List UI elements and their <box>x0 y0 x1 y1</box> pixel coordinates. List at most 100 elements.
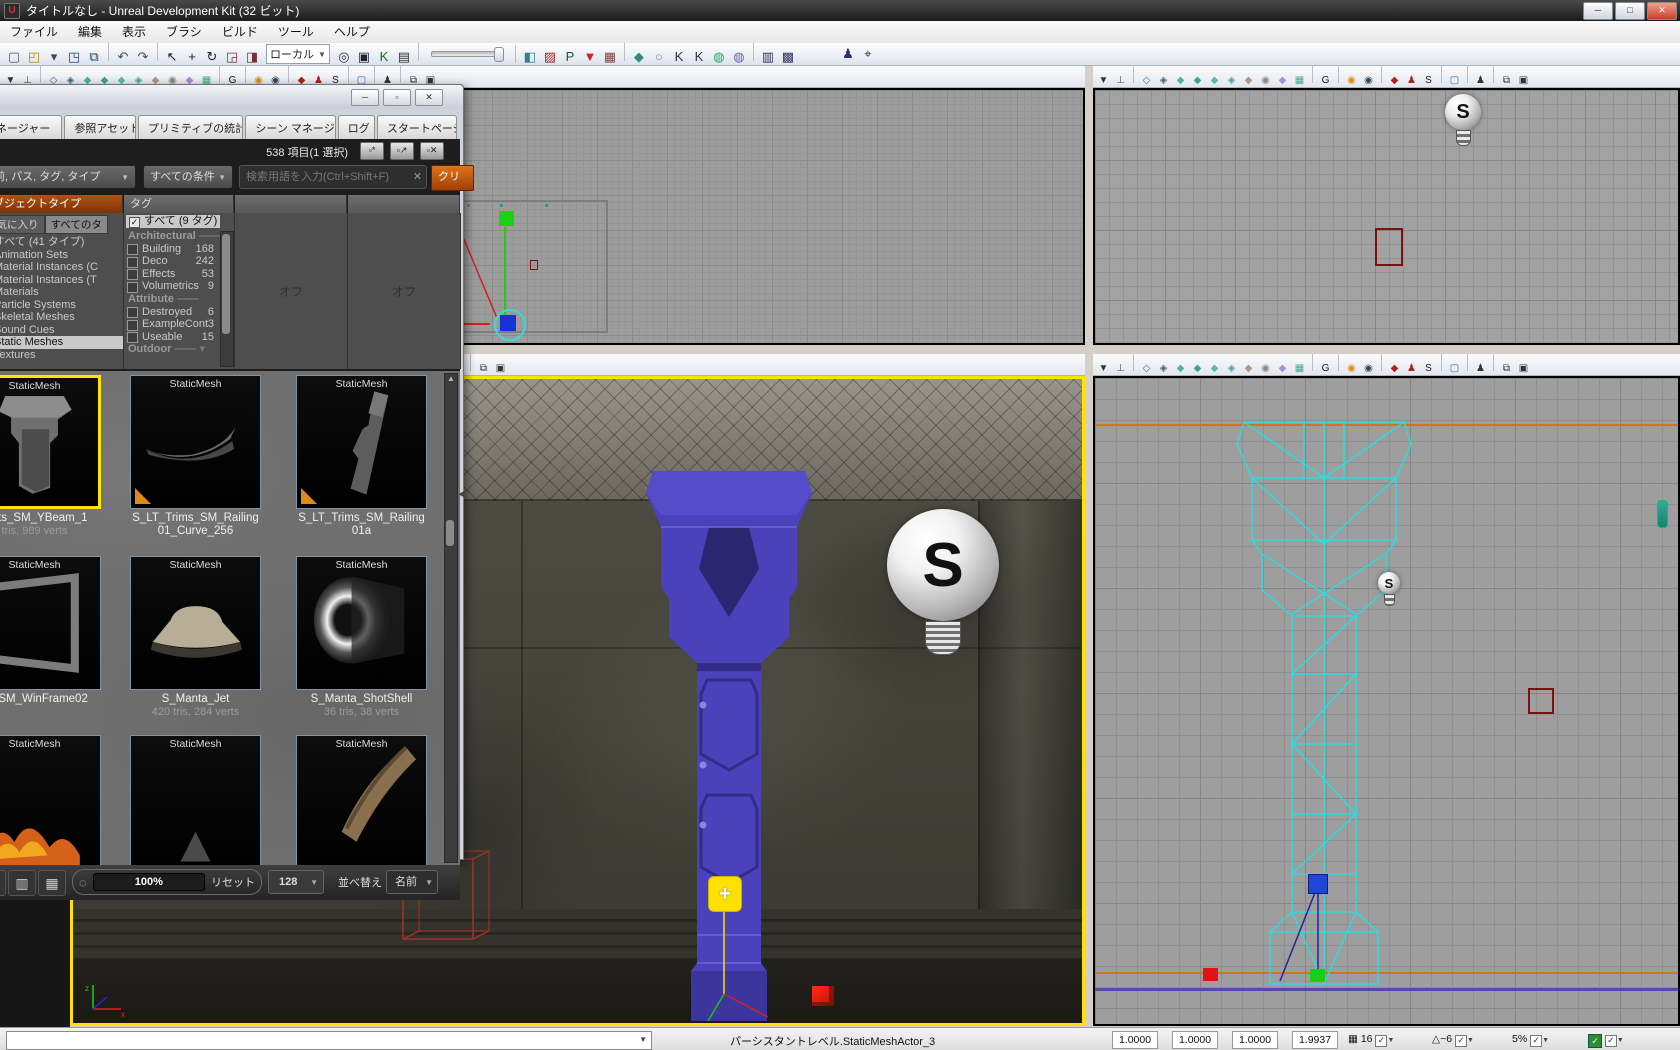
actor-handle-green[interactable] <box>499 211 514 226</box>
matinee-icon[interactable]: ▤ <box>395 48 413 66</box>
scale-nonuniform-icon[interactable]: ◨ <box>243 48 261 66</box>
type-row-all[interactable]: すべて (41 タイプ) <box>0 236 123 249</box>
tab-manager[interactable]: マネージャー <box>0 115 62 139</box>
float-viewport-icon[interactable]: ⧉ <box>1499 361 1514 376</box>
type-row[interactable]: Particle Systems <box>0 299 123 312</box>
asset-grid[interactable]: StaticMesh ports_SM_YBeam_1 tris, 989 ve… <box>0 371 460 865</box>
camera-actor-icon[interactable]: ◆ <box>1387 73 1402 88</box>
find-actor-icon[interactable]: ▣ <box>355 48 373 66</box>
detail-light-mode-icon[interactable]: ◆ <box>1207 73 1222 88</box>
status-combobox[interactable]: ▼ <box>6 1031 652 1050</box>
asset-item[interactable]: StaticMesh <box>296 735 427 865</box>
tag-row[interactable]: Destroyed6 <box>124 306 234 319</box>
camera-actor-icon[interactable]: ◆ <box>1387 361 1402 376</box>
type-row[interactable]: Animation Sets <box>0 249 123 262</box>
float-viewport-icon[interactable]: ⧉ <box>476 361 491 376</box>
condition-dropdown[interactable]: ▼ すべての条件 <box>143 165 233 189</box>
minimize-button[interactable]: ─ <box>1583 2 1613 20</box>
balloon-icon[interactable]: ◍ <box>710 48 728 66</box>
undo-icon[interactable]: ↶ <box>114 48 132 66</box>
asset-item[interactable]: StaticMesh S_LT_Trims_SM_Railing01_Curve… <box>130 375 261 538</box>
list-view-icon[interactable]: ▤ <box>0 870 6 896</box>
checkbox-icon[interactable] <box>127 332 138 343</box>
lightonly-mode-icon[interactable]: ◈ <box>1224 73 1239 88</box>
checkbox-icon[interactable] <box>127 269 138 280</box>
tab-scene-manager[interactable]: シーン マネージャ <box>245 115 335 139</box>
type-row[interactable]: Material Instances (T <box>0 274 123 287</box>
tag-row-all[interactable]: すべて (9 タグ) <box>126 215 220 228</box>
translate-widget[interactable]: + <box>708 876 742 912</box>
handle-blue[interactable] <box>1308 874 1328 894</box>
balloon2-icon[interactable]: ◍ <box>730 48 748 66</box>
search-fields-dropdown[interactable]: ▼ 名前, パス, タグ, タイプ <box>0 165 136 189</box>
drag-grid-x-field[interactable]: 1.0000 <box>1112 1031 1158 1049</box>
handle-green[interactable] <box>1310 969 1325 982</box>
sort-dropdown[interactable]: 名前▼ <box>386 870 438 894</box>
drag-grid-z-field[interactable]: 1.0000 <box>1232 1031 1278 1049</box>
filter-col3-header[interactable] <box>235 195 347 213</box>
tag-row[interactable]: Building168 <box>124 243 234 256</box>
close-button[interactable]: ✕ <box>1647 2 1677 20</box>
float-panel-icon[interactable]: ▫↗ <box>390 142 414 160</box>
asset-item[interactable]: StaticMesh <box>130 735 261 865</box>
all-types-tab[interactable]: すべてのタ <box>45 215 108 234</box>
actor-red-icon[interactable]: ♟ <box>1404 73 1419 88</box>
menu-build[interactable]: ビルド <box>212 21 268 43</box>
shader-complexity-icon[interactable]: ◆ <box>1241 73 1256 88</box>
asset-scrollbar[interactable]: ▲ <box>444 373 458 863</box>
scale-snap-widget[interactable]: 5% ✓▼ <box>1512 1033 1549 1047</box>
drag-grid-y-field[interactable]: 1.0000 <box>1172 1031 1218 1049</box>
grid-snap-checkbox[interactable]: ✓ <box>1375 1035 1387 1047</box>
save-all-icon[interactable]: ⧉ <box>85 48 103 66</box>
asset-thumbnail[interactable]: StaticMesh <box>296 735 427 865</box>
content-browser-titlebar[interactable]: ─ ▫ ✕ <box>0 85 463 109</box>
scale-tool-icon[interactable]: ◲ <box>223 48 241 66</box>
squint-icon[interactable]: S <box>1421 73 1436 88</box>
checkbox-icon[interactable] <box>127 307 138 318</box>
possess-icon[interactable]: ♟ <box>1473 73 1488 88</box>
thumbnail-size-dropdown[interactable]: 128▼ <box>268 870 324 894</box>
asset-thumbnail[interactable]: StaticMesh <box>296 556 427 690</box>
content-browser-window[interactable]: ─ ▫ ✕ マネージャー 参照アセット プリミティブの統計値 シーン マネージャ… <box>0 84 464 860</box>
asset-item-selected[interactable]: StaticMesh ports_SM_YBeam_1 tris, 989 ve… <box>0 375 101 537</box>
thumbnail-view-icon[interactable]: ▦ <box>38 870 66 896</box>
squint-icon[interactable]: S <box>1421 361 1436 376</box>
cb-close-button[interactable]: ✕ <box>415 89 443 106</box>
asset-item[interactable]: StaticMesh lls_SM_WinFrame02 <box>0 556 101 706</box>
texture-density-icon[interactable]: ▦ <box>1292 73 1307 88</box>
tab-referenced-assets[interactable]: 参照アセット <box>64 115 136 139</box>
filter-col4-header[interactable] <box>348 195 460 213</box>
tab-primitive-stats[interactable]: プリミティブの統計値 <box>138 115 244 139</box>
light-bulb-icon-2d[interactable]: S <box>1445 94 1481 146</box>
build-all-icon[interactable]: ▩ <box>779 48 797 66</box>
light-icon[interactable]: ○ <box>650 48 668 66</box>
scale-snap-checkbox[interactable]: ✓ <box>1530 1035 1542 1047</box>
allow-translucent-icon[interactable]: ▢ <box>1447 361 1462 376</box>
content-browser-icon[interactable]: ◧ <box>521 48 539 66</box>
game-view-icon[interactable]: G <box>1318 73 1333 88</box>
favorites-tab[interactable]: お気に入り <box>0 215 45 234</box>
play-in-editor-icon[interactable]: ♟ <box>839 45 857 63</box>
maximize-viewport-icon[interactable]: ▣ <box>493 361 508 376</box>
actor-red-icon[interactable]: ♟ <box>1404 361 1419 376</box>
menu-view[interactable]: 表示 <box>112 21 156 43</box>
scrollbar-thumb[interactable] <box>222 234 230 334</box>
split-view-icon[interactable]: ▥ <box>8 870 36 896</box>
splitter-vertical[interactable] <box>1085 66 1093 1027</box>
rotate-tool-icon[interactable]: ↻ <box>203 48 221 66</box>
asset-thumbnail[interactable]: StaticMesh <box>0 375 101 509</box>
reflection-mode-icon[interactable]: ◆ <box>1275 361 1290 376</box>
rotation-snap-widget[interactable]: △~6 ✓▼ <box>1432 1033 1474 1047</box>
tag-scrollbar[interactable] <box>220 231 234 367</box>
realtime-icon[interactable]: ⊥ <box>1113 361 1128 376</box>
camera-speed-slider[interactable] <box>431 51 503 57</box>
tag-row[interactable]: Effects53 <box>124 268 234 281</box>
lit-mode-icon[interactable]: ◆ <box>1190 73 1205 88</box>
play-mobile-icon[interactable]: ⌖ <box>859 45 877 63</box>
asset-thumbnail[interactable]: StaticMesh <box>0 735 101 865</box>
unlit-mode-icon[interactable]: ◆ <box>1173 361 1188 376</box>
tag-row[interactable]: Volumetrics9 <box>124 280 234 293</box>
rotation-snap-checkbox[interactable]: ✓ <box>1455 1035 1467 1047</box>
handle-red[interactable] <box>1203 968 1218 981</box>
translate-tool-icon[interactable]: + <box>183 48 201 66</box>
